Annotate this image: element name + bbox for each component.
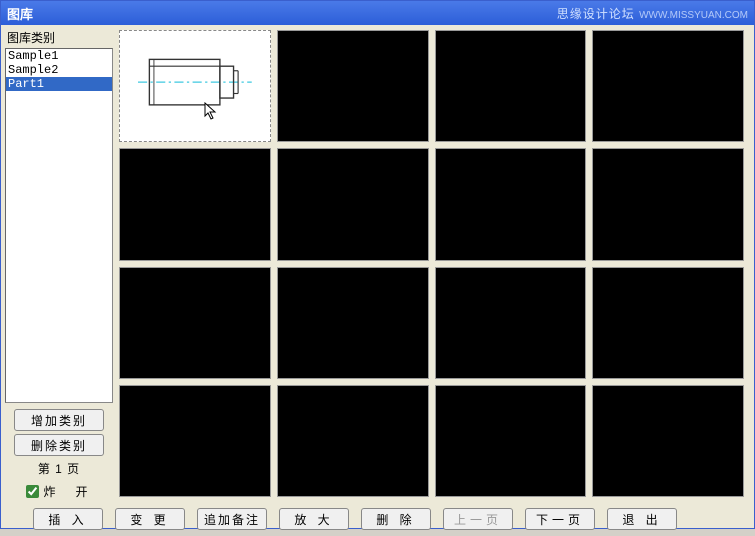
page-indicator: 第 1 页 <box>5 460 113 477</box>
part-drawing-icon <box>138 45 252 119</box>
thumbnail-cell[interactable] <box>277 30 429 142</box>
list-item[interactable]: Sample1 <box>6 49 112 63</box>
content-area: 图库类别 Sample1Sample2Part1 增加类别 删除类别 第 1 页… <box>1 25 754 502</box>
thumbnail-cell[interactable] <box>277 385 429 497</box>
thumbnail-cell[interactable] <box>119 30 271 142</box>
list-item[interactable]: Sample2 <box>6 63 112 77</box>
thumbnail-cell[interactable] <box>592 30 744 142</box>
delete-category-button[interactable]: 删除类别 <box>14 434 104 456</box>
add-note-button[interactable]: 追加备注 <box>197 508 267 530</box>
sidebar: 图库类别 Sample1Sample2Part1 增加类别 删除类别 第 1 页… <box>5 27 113 500</box>
thumbnail-preview <box>120 31 270 141</box>
explode-checkbox[interactable] <box>26 485 39 498</box>
thumbnail-cell[interactable] <box>592 385 744 497</box>
thumbnail-cell[interactable] <box>119 148 271 260</box>
sidebar-buttons: 增加类别 删除类别 <box>5 409 113 456</box>
thumbnail-grid <box>116 27 750 500</box>
bottom-toolbar: 插 入 变 更 追加备注 放 大 删 除 上一页 下一页 退 出 <box>1 502 754 536</box>
watermark: 思缘设计论坛 WWW.MISSYUAN.COM <box>557 5 748 22</box>
thumbnail-cell[interactable] <box>592 148 744 260</box>
thumbnail-cell[interactable] <box>435 148 587 260</box>
window-title: 图库 <box>7 4 33 23</box>
thumbnail-cell[interactable] <box>592 267 744 379</box>
category-listbox[interactable]: Sample1Sample2Part1 <box>5 48 113 403</box>
delete-button[interactable]: 删 除 <box>361 508 431 530</box>
explode-checkbox-row[interactable]: 炸 开 <box>5 483 113 500</box>
thumbnail-cell[interactable] <box>277 267 429 379</box>
explode-checkbox-label: 炸 开 <box>43 483 91 500</box>
thumbnail-cell[interactable] <box>435 385 587 497</box>
list-item[interactable]: Part1 <box>6 77 112 91</box>
next-page-button[interactable]: 下一页 <box>525 508 595 530</box>
prev-page-button[interactable]: 上一页 <box>443 508 513 530</box>
thumbnail-cell[interactable] <box>435 30 587 142</box>
zoom-button[interactable]: 放 大 <box>279 508 349 530</box>
thumbnail-cell[interactable] <box>277 148 429 260</box>
thumbnail-cell[interactable] <box>435 267 587 379</box>
category-label: 图库类别 <box>5 27 113 48</box>
thumbnail-cell[interactable] <box>119 385 271 497</box>
exit-button[interactable]: 退 出 <box>607 508 677 530</box>
change-button[interactable]: 变 更 <box>115 508 185 530</box>
library-window: 图库 思缘设计论坛 WWW.MISSYUAN.COM 图库类别 Sample1S… <box>0 0 755 529</box>
titlebar[interactable]: 图库 思缘设计论坛 WWW.MISSYUAN.COM <box>1 1 754 25</box>
add-category-button[interactable]: 增加类别 <box>14 409 104 431</box>
thumbnail-cell[interactable] <box>119 267 271 379</box>
insert-button[interactable]: 插 入 <box>33 508 103 530</box>
